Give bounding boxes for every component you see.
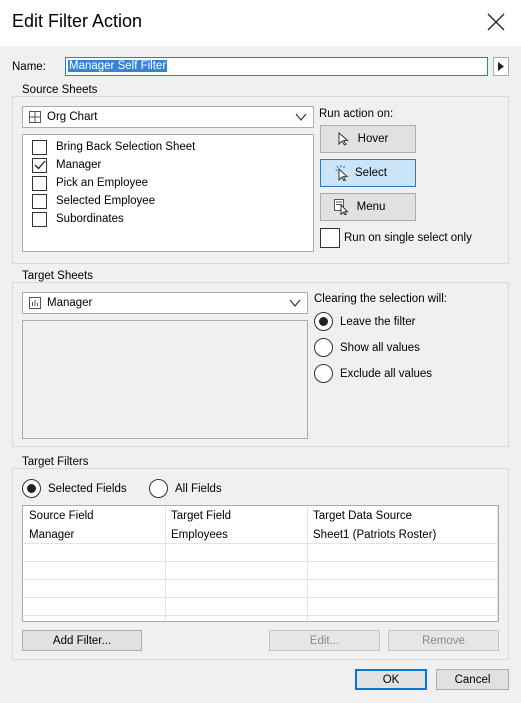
table-cell-source-field[interactable]: Manager <box>29 529 74 541</box>
sheet-item-label: Selected Employee <box>56 195 156 207</box>
checkbox-checked[interactable] <box>32 157 47 173</box>
cancel-button-label: Cancel <box>454 673 491 686</box>
radio-label: All Fields <box>175 482 222 495</box>
sheet-item-label: Manager <box>56 159 102 171</box>
cursor-icon <box>338 132 349 146</box>
leave-filter-radio[interactable]: Leave the filter <box>314 312 415 331</box>
name-label: Name: <box>12 61 46 73</box>
chevron-down-icon <box>295 113 307 121</box>
checkbox[interactable] <box>32 175 47 191</box>
sheet-item-pick-an-employee[interactable]: Pick an Employee <box>32 175 148 191</box>
exclude-all-values-radio[interactable]: Exclude all values <box>314 364 432 383</box>
column-header-target-data-source[interactable]: Target Data Source <box>313 510 412 522</box>
menu-button[interactable]: Menu <box>320 193 416 221</box>
sheet-item-label: Bring Back Selection Sheet <box>56 141 196 153</box>
source-sheet-dropdown[interactable]: Org Chart <box>22 106 314 128</box>
chevron-down-icon <box>289 299 301 307</box>
add-filter-button[interactable]: Add Filter... <box>22 630 142 651</box>
column-header-target-field[interactable]: Target Field <box>171 510 231 522</box>
close-icon[interactable] <box>485 11 507 33</box>
menu-button-label: Menu <box>356 201 386 213</box>
cancel-button[interactable]: Cancel <box>436 669 509 690</box>
filters-table: Source Field Target Field Target Data So… <box>22 505 499 622</box>
table-cell-target-data-source[interactable]: Sheet1 (Patriots Roster) <box>313 529 436 541</box>
all-fields-radio[interactable]: All Fields <box>149 479 222 498</box>
name-input[interactable]: Manager Self Filter <box>65 57 488 76</box>
selected-fields-radio[interactable]: Selected Fields <box>22 479 127 498</box>
checkbox[interactable] <box>32 139 47 155</box>
ok-button-label: OK <box>382 673 400 686</box>
hover-button[interactable]: Hover <box>320 125 416 153</box>
sheet-item-selected-employee[interactable]: Selected Employee <box>32 193 155 209</box>
radio-button-selected[interactable] <box>22 479 41 498</box>
radio-label: Exclude all values <box>340 367 433 380</box>
single-select-checkbox[interactable] <box>320 228 340 248</box>
click-cursor-icon <box>335 165 349 181</box>
target-sheet-dropdown-value: Manager <box>47 297 93 309</box>
source-sheets-list: Bring Back Selection Sheet Manager Pick … <box>22 134 314 252</box>
radio-button[interactable] <box>314 364 333 383</box>
sheet-item-subordinates[interactable]: Subordinates <box>32 211 124 227</box>
radio-button[interactable] <box>314 338 333 357</box>
name-input-value: Manager Self Filter <box>68 60 168 72</box>
target-sheet-dropdown[interactable]: Manager <box>22 292 308 314</box>
hover-button-label: Hover <box>357 133 389 145</box>
checkbox[interactable] <box>32 211 47 227</box>
single-select-label: Run on single select only <box>344 232 472 244</box>
add-filter-button-label: Add Filter... <box>52 634 112 647</box>
radio-label: Show all values <box>340 341 420 354</box>
radio-button-selected[interactable] <box>314 312 333 331</box>
name-menu-button[interactable] <box>493 57 509 76</box>
target-sheets-title: Target Sheets <box>20 270 95 282</box>
show-all-values-radio[interactable]: Show all values <box>314 338 420 357</box>
dialog-title: Edit Filter Action <box>12 11 143 31</box>
select-button[interactable]: Select <box>320 159 416 187</box>
arrow-right-icon <box>498 62 504 71</box>
remove-button-label: Remove <box>422 634 465 647</box>
run-action-label: Run action on: <box>319 108 394 120</box>
remove-button[interactable]: Remove <box>388 630 499 651</box>
column-header-source-field[interactable]: Source Field <box>29 510 94 522</box>
sheet-item-bring-back-selection[interactable]: Bring Back Selection Sheet <box>32 139 195 155</box>
clearing-label: Clearing the selection will: <box>314 293 447 305</box>
edit-button-label: Edit... <box>309 634 340 647</box>
checkbox[interactable] <box>32 193 47 209</box>
table-cell-target-field[interactable]: Employees <box>171 529 228 541</box>
sheet-item-label: Pick an Employee <box>56 177 149 189</box>
checkmark-icon <box>34 160 45 170</box>
radio-button[interactable] <box>149 479 168 498</box>
sheet-item-manager[interactable]: Manager <box>32 157 101 173</box>
menu-cursor-icon <box>334 199 349 215</box>
select-button-label: Select <box>355 167 387 179</box>
sheet-item-label: Subordinates <box>56 213 124 225</box>
source-sheet-dropdown-value: Org Chart <box>47 111 98 123</box>
chart-icon <box>29 297 41 309</box>
radio-label: Leave the filter <box>340 315 416 328</box>
ok-button[interactable]: OK <box>355 669 427 690</box>
dashboard-icon <box>29 111 41 123</box>
target-filters-title: Target Filters <box>20 456 91 468</box>
radio-label: Selected Fields <box>48 482 127 495</box>
target-sheets-list <box>22 320 308 439</box>
edit-button[interactable]: Edit... <box>269 630 380 651</box>
source-sheets-title: Source Sheets <box>20 84 100 96</box>
